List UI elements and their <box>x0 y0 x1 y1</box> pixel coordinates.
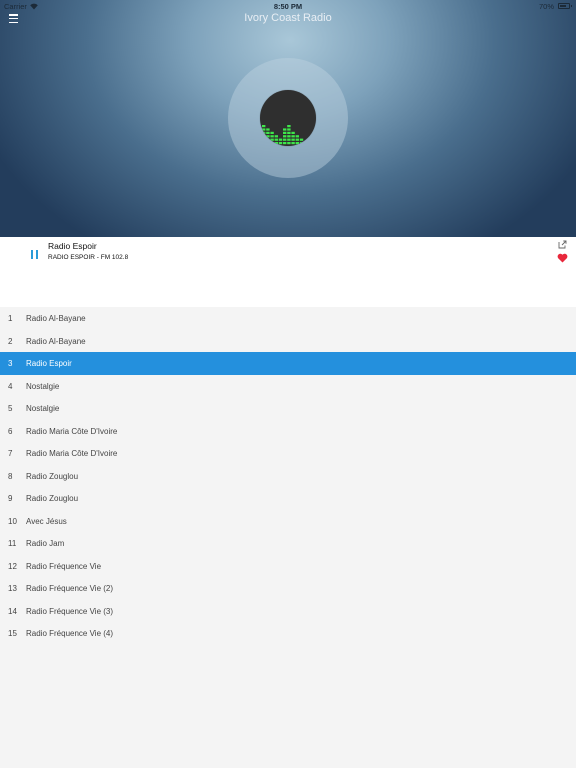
equalizer-bar-segment <box>270 135 274 138</box>
status-battery-level: 70% <box>538 2 554 11</box>
equalizer-bar-segment <box>283 135 287 138</box>
equalizer-bar-segment <box>291 135 295 138</box>
equalizer-bar-segment <box>266 135 270 138</box>
equalizer-bar-segment <box>287 135 291 138</box>
equalizer-bar-segment <box>266 128 270 131</box>
list-item-number: 14 <box>8 606 17 616</box>
status-bar: Carrier 8:50 PM 70% <box>0 0 576 12</box>
equalizer-bar-segment <box>278 142 283 145</box>
list-item-number: 11 <box>8 539 17 548</box>
list-item-number: 12 <box>8 561 17 571</box>
list-item-number: 2 <box>8 336 13 346</box>
equalizer-bar-segment <box>295 138 299 141</box>
equalizer-bar-segment <box>283 128 287 131</box>
battery-icon <box>558 3 572 9</box>
list-item-label: Nostalgie <box>26 404 60 413</box>
list-item[interactable]: 3 Radio Espoir <box>0 352 576 375</box>
list-item[interactable]: 9 Radio Zouglou <box>0 487 576 510</box>
equalizer-bar-segment <box>287 128 291 131</box>
now-playing-station-subtitle: RADIO ESPOIR - FM 102.8 <box>48 254 129 261</box>
list-item[interactable]: 8 Radio Zouglou <box>0 464 576 487</box>
list-item[interactable]: 15 Radio Fréquence Vie (4) <box>0 622 576 645</box>
list-item-number: 10 <box>8 516 17 526</box>
share-icon[interactable] <box>558 240 567 249</box>
list-item-number: 7 <box>8 449 13 458</box>
list-item-label: Radio Fréquence Vie <box>26 561 102 571</box>
pause-icon[interactable] <box>30 250 39 259</box>
equalizer-bar-segment <box>295 135 299 138</box>
now-playing-station-name: Radio Espoir <box>48 241 97 251</box>
list-item[interactable]: 13 Radio Fréquence Vie (2) <box>0 577 576 600</box>
list-item-number: 6 <box>8 426 13 436</box>
equalizer-bar-segment <box>262 128 266 131</box>
equalizer-icon <box>262 125 304 145</box>
equalizer-bar-segment <box>283 138 287 141</box>
equalizer-bar-segment <box>283 131 287 134</box>
list-item[interactable]: 11 Radio Jam <box>0 532 576 555</box>
equalizer-bar-segment <box>283 142 287 145</box>
list-item-number: 1 <box>8 314 13 323</box>
list-item-label: Radio Fréquence Vie (3) <box>26 606 114 616</box>
equalizer-bar-segment <box>274 138 278 141</box>
equalizer-bar-segment <box>295 142 299 145</box>
equalizer-bar-segment <box>270 131 274 134</box>
list-item-label: Radio Zouglou <box>26 494 79 503</box>
heart-icon[interactable] <box>557 253 568 263</box>
hero-background: Carrier 8:50 PM 70% Ivory Coast Radio <box>0 0 576 237</box>
status-time: 8:50 PM <box>273 2 303 11</box>
equalizer-bar-segment <box>270 138 274 141</box>
list-item[interactable]: 10 Avec Jésus <box>0 509 576 532</box>
list-item-number: 8 <box>8 471 13 481</box>
app-title: Ivory Coast Radio <box>244 12 332 24</box>
list-item-number: 4 <box>8 381 13 391</box>
equalizer-bar-segment <box>287 142 291 145</box>
equalizer-bar-segment <box>262 125 266 128</box>
equalizer-bar-segment <box>287 125 291 128</box>
list-item-label: Radio Maria Côte D'Ivoire <box>26 426 118 436</box>
list-item[interactable]: 5 Nostalgie <box>0 397 576 420</box>
list-item[interactable]: 1 Radio Al-Bayane <box>0 307 576 330</box>
list-item[interactable]: 14 Radio Fréquence Vie (3) <box>0 599 576 622</box>
list-item-label: Radio Maria Côte D'Ivoire <box>26 449 118 458</box>
equalizer-bar-segment <box>274 135 278 138</box>
list-item-number: 5 <box>8 404 13 413</box>
list-item-label: Radio Al-Bayane <box>26 336 86 346</box>
list-item-label: Radio Zouglou <box>26 471 79 481</box>
list-item-number: 3 <box>8 359 13 368</box>
list-item-label: Avec Jésus <box>26 516 67 526</box>
list-item-label: Radio Espoir <box>26 359 72 368</box>
list-item[interactable]: 4 Nostalgie <box>0 374 576 397</box>
list-item[interactable]: 7 Radio Maria Côte D'Ivoire <box>0 442 576 465</box>
list-item-label: Radio Fréquence Vie (2) <box>26 584 114 593</box>
station-list: 1 Radio Al-Bayane 2 Radio Al-Bayane 3 Radio E… <box>0 307 576 645</box>
list-item-label: Nostalgie <box>26 381 60 391</box>
list-item-number: 9 <box>8 494 13 503</box>
list-item-label: Radio Jam <box>26 539 65 548</box>
list-item-label: Radio Fréquence Vie (4) <box>26 629 114 638</box>
artwork-disc <box>260 90 316 146</box>
equalizer-bar-segment <box>299 138 304 141</box>
equalizer-bar-segment <box>291 131 295 134</box>
equalizer-bar-segment <box>287 131 291 134</box>
list-item-label: Radio Al-Bayane <box>26 314 86 323</box>
equalizer-bar-segment <box>287 138 291 141</box>
list-item[interactable]: 2 Radio Al-Bayane <box>0 329 576 352</box>
equalizer-bar-segment <box>291 138 295 141</box>
list-item[interactable]: 12 Radio Fréquence Vie <box>0 554 576 577</box>
equalizer-bar-segment <box>291 142 295 145</box>
equalizer-bar-segment <box>278 138 283 141</box>
list-item[interactable]: 6 Radio Maria Côte D'Ivoire <box>0 419 576 442</box>
list-item-number: 13 <box>8 584 17 593</box>
equalizer-bar-segment <box>266 131 270 134</box>
list-item-number: 15 <box>8 629 17 638</box>
